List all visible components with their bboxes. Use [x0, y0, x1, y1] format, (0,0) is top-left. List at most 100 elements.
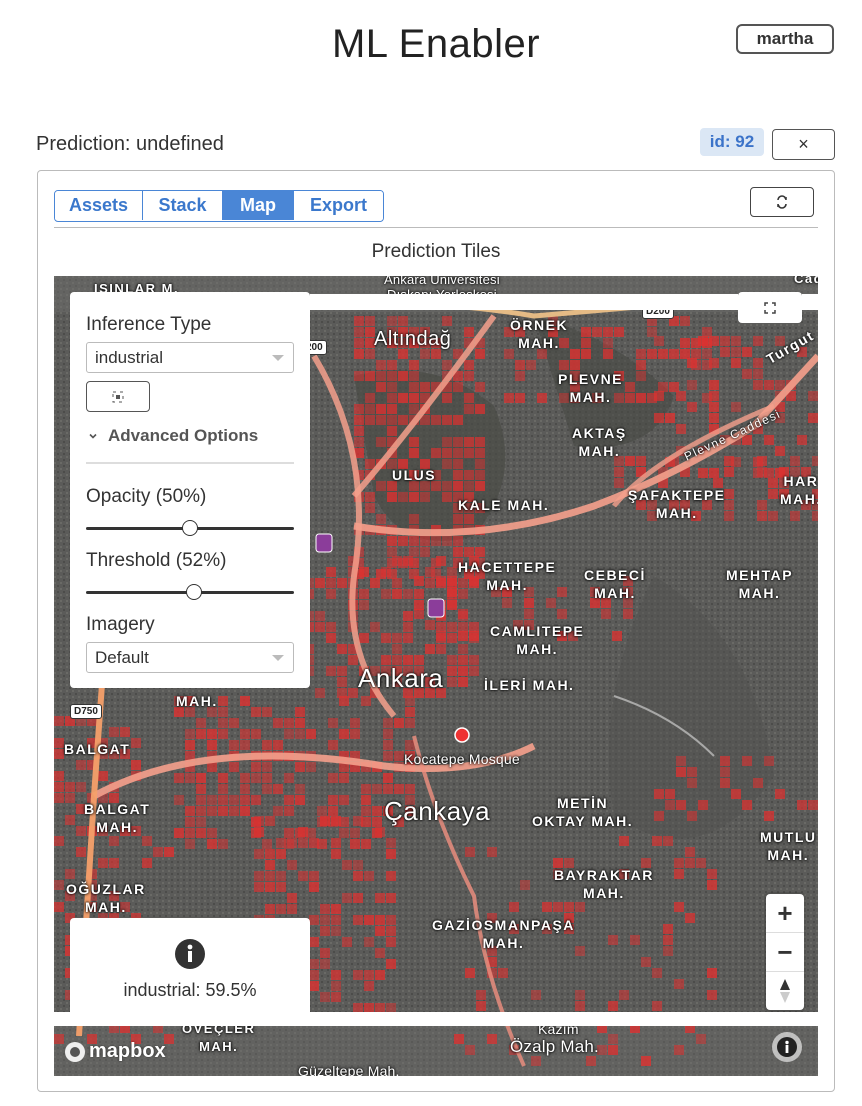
fullscreen-button[interactable]	[738, 292, 802, 323]
prediction-tile	[392, 633, 402, 643]
prediction-tile	[376, 404, 386, 414]
prediction-tile	[464, 393, 474, 403]
prediction-tile	[284, 773, 294, 783]
tab-export[interactable]: Export	[294, 191, 383, 220]
mapbox-logo[interactable]: mapbox	[64, 1040, 166, 1063]
threshold-slider-handle[interactable]	[186, 584, 203, 600]
prediction-tile	[339, 696, 349, 706]
prediction-tile	[409, 492, 419, 502]
transit-marker-icon	[427, 598, 445, 618]
prediction-tile	[436, 631, 446, 641]
zoom-in-button[interactable]: +	[766, 894, 804, 932]
prediction-tile	[320, 904, 330, 914]
prediction-tile	[753, 336, 763, 346]
prediction-tile	[447, 587, 457, 597]
prediction-tile	[254, 849, 264, 859]
prediction-tile	[475, 470, 485, 480]
prediction-tile	[515, 371, 525, 381]
prediction-tile	[339, 729, 349, 739]
prediction-tile	[328, 718, 338, 728]
advanced-options-toggle[interactable]: Advanced Options	[88, 426, 258, 446]
opacity-slider[interactable]	[86, 518, 294, 538]
prediction-tile	[447, 576, 457, 586]
prediction-tile	[320, 926, 330, 936]
prediction-tile	[464, 470, 474, 480]
prediction-tile	[207, 839, 217, 849]
prediction-tile	[808, 800, 818, 810]
mapbox-logo-text: mapbox	[89, 1040, 166, 1062]
prediction-tile	[409, 536, 419, 546]
refresh-button[interactable]	[750, 187, 814, 217]
prediction-tile	[387, 492, 397, 502]
prediction-tile	[337, 578, 347, 588]
prediction-tile	[742, 369, 752, 379]
prediction-tile	[720, 756, 730, 766]
zoom-out-button[interactable]: −	[766, 933, 804, 971]
prediction-tile	[685, 858, 695, 868]
prediction-tile	[685, 913, 695, 923]
user-menu-button[interactable]: martha	[736, 24, 834, 54]
prediction-tile	[409, 393, 419, 403]
prediction-tile	[276, 871, 286, 881]
prediction-tile	[420, 382, 430, 392]
prediction-tile	[458, 677, 468, 687]
prediction-tile	[458, 622, 468, 632]
prediction-tile	[447, 655, 457, 665]
prediction-tile	[709, 358, 719, 368]
prediction-tile	[592, 327, 602, 337]
map-label-kale: KALE MAH.	[458, 497, 550, 513]
tab-bar: Assets Stack Map Export	[54, 190, 384, 222]
attribution-button[interactable]	[772, 1032, 802, 1062]
prediction-tile	[581, 338, 591, 348]
prediction-tile	[403, 556, 413, 566]
map-label-balgat: BALGAT	[64, 741, 131, 757]
prediction-tile	[453, 470, 463, 480]
prediction-tile	[185, 729, 195, 739]
prediction-tile	[196, 718, 206, 728]
close-button[interactable]: ×	[772, 129, 835, 160]
prediction-tile	[663, 935, 673, 945]
prediction-tile	[742, 800, 752, 810]
inference-type-select[interactable]: industrial	[86, 342, 294, 373]
prediction-tile	[515, 393, 525, 403]
prediction-tile	[676, 391, 686, 401]
prediction-tile	[320, 948, 330, 958]
prediction-tile	[707, 990, 717, 1000]
prediction-tile	[425, 567, 435, 577]
prediction-tile	[696, 858, 706, 868]
prediction-tile	[229, 718, 239, 728]
prediction-tile	[375, 926, 385, 936]
prediction-tile	[405, 696, 415, 706]
road-shield-d750: D750	[70, 704, 102, 719]
prediction-tile	[339, 828, 349, 838]
tab-stack[interactable]: Stack	[143, 191, 223, 220]
tab-assets[interactable]: Assets	[55, 191, 143, 220]
prediction-tile	[240, 740, 250, 750]
prediction-tile	[458, 631, 468, 641]
prediction-tile	[454, 1034, 464, 1044]
imagery-select[interactable]: Default	[86, 642, 294, 673]
zoom-to-extent-button[interactable]	[86, 381, 150, 412]
prediction-tile	[414, 589, 424, 599]
prediction-tile	[442, 393, 452, 403]
prediction-tile	[808, 413, 818, 423]
prediction-tile	[487, 1034, 497, 1044]
prediction-tile	[331, 970, 341, 980]
mosque-marker-icon	[454, 727, 470, 743]
tab-map[interactable]: Map	[223, 191, 294, 220]
compass-button[interactable]	[766, 972, 804, 1010]
threshold-slider[interactable]	[86, 582, 294, 602]
prediction-tile	[365, 371, 375, 381]
prediction-tile	[420, 536, 430, 546]
prediction-tile	[207, 740, 217, 750]
prediction-tile	[636, 393, 646, 403]
opacity-slider-handle[interactable]	[182, 520, 198, 536]
prediction-tile	[601, 609, 611, 619]
prediction-tile	[537, 393, 547, 403]
prediction-tile	[339, 795, 349, 805]
prediction-tile	[240, 795, 250, 805]
prediction-tile	[753, 778, 763, 788]
prediction-tile	[731, 457, 741, 467]
prediction-tile	[131, 738, 141, 748]
prediction-tile	[731, 358, 741, 368]
